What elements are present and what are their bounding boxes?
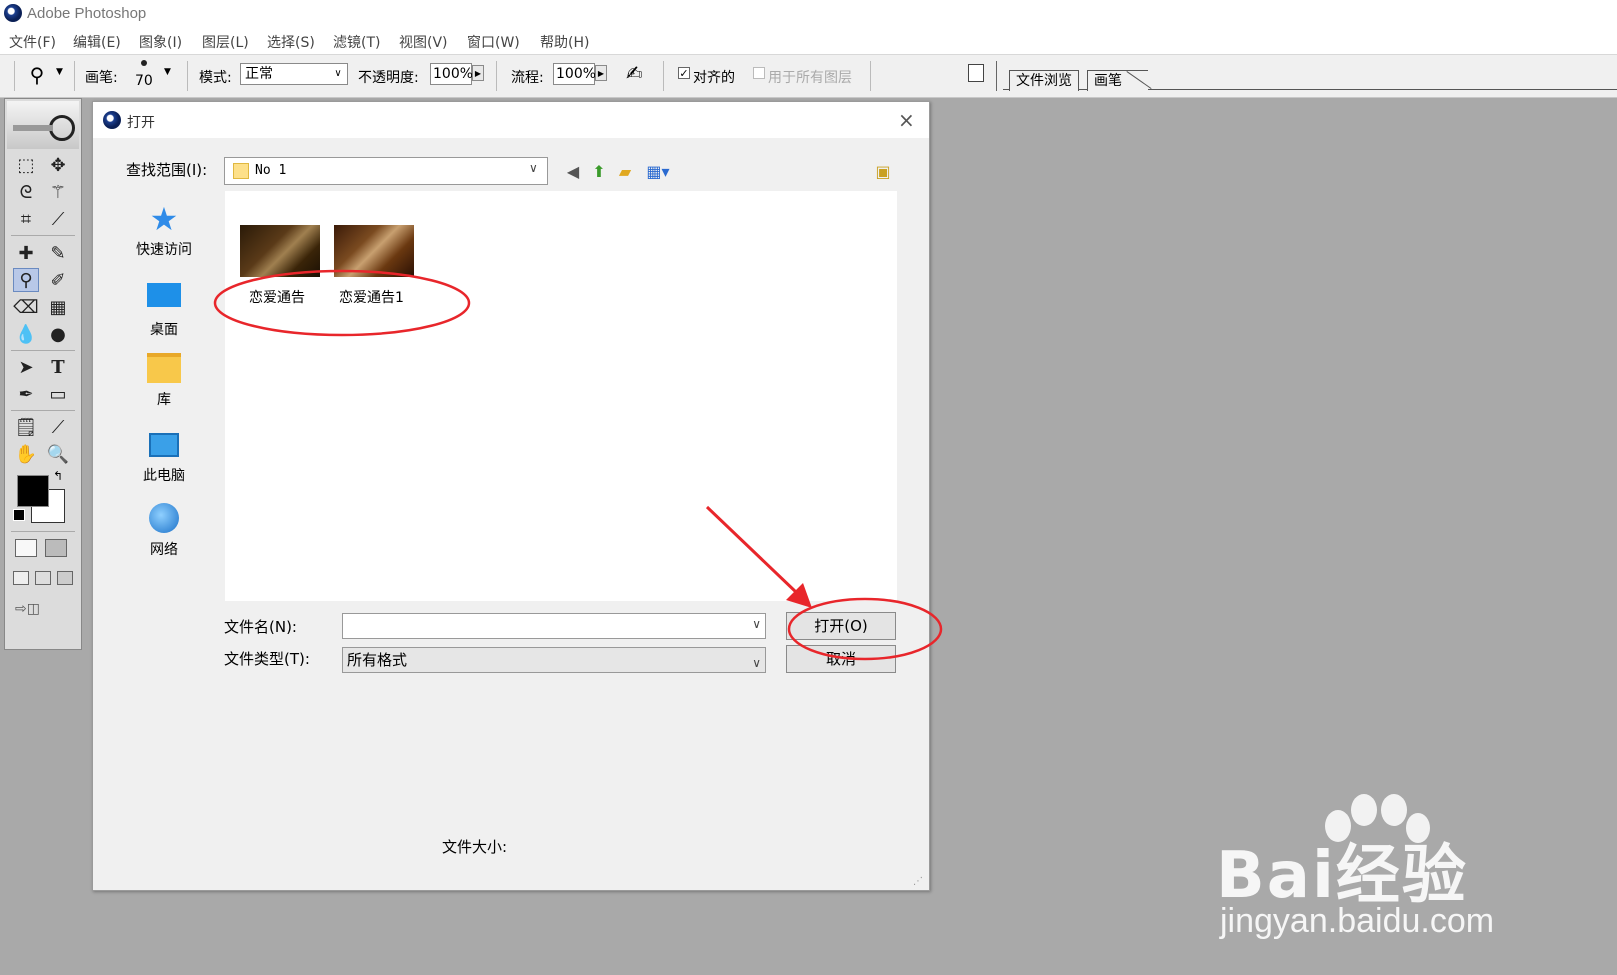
- baidu-watermark: Bai经验 jingyan.baidu.com: [1216, 790, 1616, 950]
- annotation-ellipse-open: [787, 597, 943, 661]
- annotation-arrow-line: [705, 505, 799, 595]
- watermark-url: jingyan.baidu.com: [1220, 902, 1495, 940]
- annotation-ellipse-files: [213, 269, 471, 337]
